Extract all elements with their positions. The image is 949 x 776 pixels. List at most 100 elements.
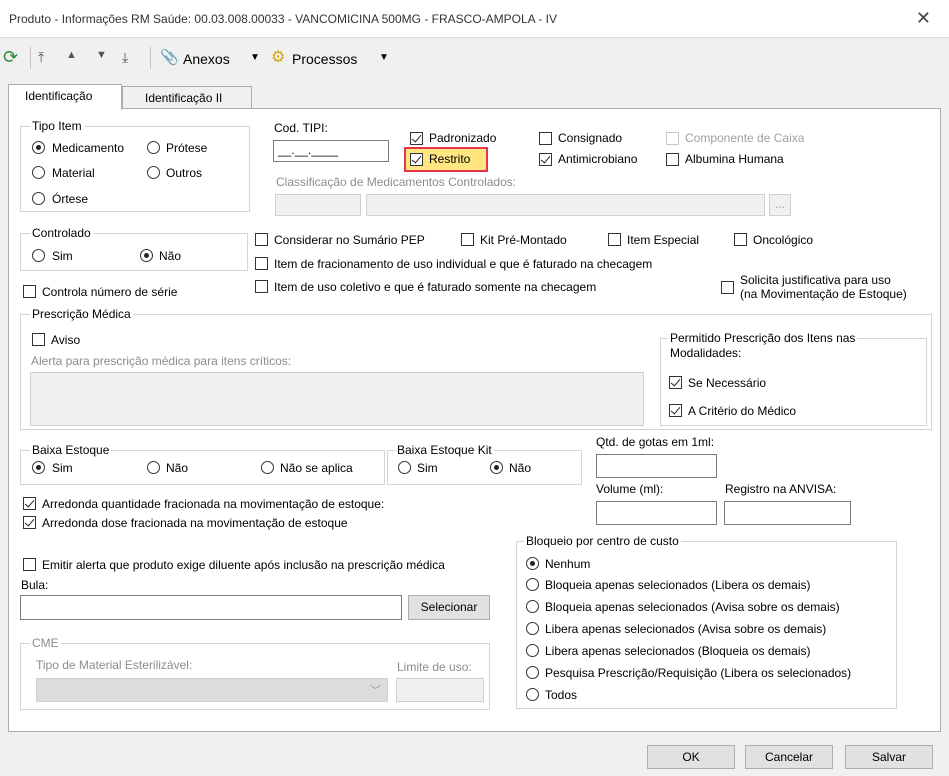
cme-limite-input[interactable] xyxy=(396,678,484,702)
chk-kit-pre-montado[interactable] xyxy=(461,233,474,246)
chk-item-especial-label: Item Especial xyxy=(627,233,700,247)
radio-outros[interactable] xyxy=(147,166,160,179)
toolbar-separator xyxy=(150,47,151,69)
qtd-gotas-input[interactable] xyxy=(596,454,717,478)
previous-record-icon[interactable]: ▲ xyxy=(66,49,77,61)
bula-label: Bula: xyxy=(21,578,49,592)
tab-label: Identificação xyxy=(25,89,93,103)
chk-arredonda-dose[interactable] xyxy=(23,516,36,529)
radio-baixa-nao-aplica-label: Não se aplica xyxy=(280,461,353,475)
chk-componente-caixa[interactable] xyxy=(666,132,679,145)
tab-label: Identificação II xyxy=(145,91,223,105)
radio-medicamento-label: Medicamento xyxy=(52,141,125,155)
classificacao-desc-input[interactable] xyxy=(366,194,765,216)
tab-identificacao-ii[interactable]: Identificação II xyxy=(122,86,252,110)
chk-se-necessario[interactable] xyxy=(669,376,682,389)
chk-aviso[interactable] xyxy=(32,333,45,346)
chk-solicita-justificativa[interactable] xyxy=(721,281,734,294)
chk-antimicrobiano[interactable] xyxy=(539,153,552,166)
first-record-icon[interactable]: ⤒ xyxy=(38,49,44,66)
chk-item-uso-coletivo[interactable] xyxy=(255,280,268,293)
chk-arredonda-qtd[interactable] xyxy=(23,497,36,510)
radio-baixa-sim[interactable] xyxy=(32,461,45,474)
title-bar: Produto - Informações RM Saúde: 00.03.00… xyxy=(0,0,949,38)
cancelar-button[interactable]: Cancelar xyxy=(745,745,833,769)
radio-protese-label: Prótese xyxy=(166,141,208,155)
chk-consignado-label: Consignado xyxy=(558,131,623,145)
radio-ortese[interactable] xyxy=(32,192,45,205)
classificacao-code-input[interactable] xyxy=(275,194,361,216)
tab-identificacao[interactable]: Identificação xyxy=(8,84,122,110)
cme-legend: CME xyxy=(30,636,61,650)
radio-bloqueio-4[interactable] xyxy=(526,644,539,657)
anexos-menu[interactable]: Anexos xyxy=(183,51,230,67)
classificacao-browse-button[interactable]: ... xyxy=(769,194,791,216)
baixa-estoque-kit-legend: Baixa Estoque Kit xyxy=(395,443,494,457)
refresh-icon[interactable]: ⟳ xyxy=(3,47,18,68)
window-title: Produto - Informações RM Saúde: 00.03.00… xyxy=(9,12,557,26)
radio-material-label: Material xyxy=(52,166,95,180)
volume-input[interactable] xyxy=(596,501,717,525)
permitido-legend-1: Permitido Prescrição dos Itens nas xyxy=(668,331,858,345)
radio-bloqueio-5-label: Pesquisa Prescrição/Requisição (Libera o… xyxy=(545,666,852,680)
volume-label: Volume (ml): xyxy=(596,482,664,496)
paperclip-icon: 📎 xyxy=(160,49,179,66)
salvar-label: Salvar xyxy=(871,750,906,764)
radio-baixa-nao-aplica[interactable] xyxy=(261,461,274,474)
radio-medicamento[interactable] xyxy=(32,141,45,154)
radio-bloqueio-5[interactable] xyxy=(526,666,539,679)
next-record-icon[interactable]: ▼ xyxy=(96,49,107,61)
selecionar-button[interactable]: Selecionar xyxy=(408,595,490,620)
chk-item-fracionamento[interactable] xyxy=(255,257,268,270)
radio-bloqueio-3[interactable] xyxy=(526,622,539,635)
chk-padronizado[interactable] xyxy=(410,132,423,145)
radio-controlado-sim[interactable] xyxy=(32,249,45,262)
chk-albumina[interactable] xyxy=(666,153,679,166)
radio-bloqueio-todos[interactable] xyxy=(526,688,539,701)
chk-consignado[interactable] xyxy=(539,132,552,145)
chk-oncologico[interactable] xyxy=(734,233,747,246)
radio-bloqueio-1[interactable] xyxy=(526,578,539,591)
radio-material[interactable] xyxy=(32,166,45,179)
cod-tipi-input[interactable]: __.__.____ xyxy=(273,140,389,162)
chk-emitir-alerta[interactable] xyxy=(23,558,36,571)
radio-controlado-sim-label: Sim xyxy=(52,249,73,263)
chk-arredonda-dose-label: Arredonda dose fracionada na movimentaçã… xyxy=(42,516,348,530)
browse-label: ... xyxy=(774,197,785,211)
chk-controla-numero-serie[interactable] xyxy=(23,285,36,298)
chk-item-especial[interactable] xyxy=(608,233,621,246)
radio-kit-nao[interactable] xyxy=(490,461,503,474)
cancelar-label: Cancelar xyxy=(764,750,814,764)
chk-restrito[interactable] xyxy=(410,153,423,166)
close-icon[interactable]: ✕ xyxy=(916,8,931,29)
radio-bloqueio-4-label: Libera apenas selecionados (Bloqueia os … xyxy=(545,644,811,658)
classificacao-label: Classificação de Medicamentos Controlado… xyxy=(276,175,517,189)
ok-label: OK xyxy=(682,750,700,764)
radio-bloqueio-2[interactable] xyxy=(526,600,539,613)
radio-baixa-nao[interactable] xyxy=(147,461,160,474)
ok-button[interactable]: OK xyxy=(647,745,735,769)
controlado-legend: Controlado xyxy=(30,226,93,240)
cme-tipo-select[interactable]: ﹀ xyxy=(36,678,388,702)
radio-controlado-nao[interactable] xyxy=(140,249,153,262)
alerta-textarea[interactable] xyxy=(30,372,644,426)
radio-bloqueio-nenhum-label: Nenhum xyxy=(545,557,591,571)
chevron-down-icon[interactable]: ▼ xyxy=(250,52,260,63)
radio-protese[interactable] xyxy=(147,141,160,154)
chk-considerar-sumario-label: Considerar no Sumário PEP xyxy=(274,233,425,247)
registro-anvisa-input[interactable] xyxy=(724,501,851,525)
registro-anvisa-label: Registro na ANVISA: xyxy=(725,482,837,496)
chk-componente-caixa-label: Componente de Caixa xyxy=(685,131,805,145)
chk-criterio-medico[interactable] xyxy=(669,404,682,417)
radio-bloqueio-nenhum[interactable] xyxy=(526,557,539,570)
bula-input[interactable] xyxy=(20,595,402,620)
selecionar-label: Selecionar xyxy=(420,600,478,614)
last-record-icon[interactable]: ⤓ xyxy=(122,49,128,66)
processos-menu[interactable]: Processos xyxy=(292,51,357,67)
cod-tipi-value: __.__.____ xyxy=(278,143,339,157)
salvar-button[interactable]: Salvar xyxy=(845,745,933,769)
chevron-down-icon[interactable]: ▼ xyxy=(379,52,389,63)
chevron-down-icon: ﹀ xyxy=(370,685,381,697)
chk-considerar-sumario[interactable] xyxy=(255,233,268,246)
radio-kit-sim[interactable] xyxy=(398,461,411,474)
